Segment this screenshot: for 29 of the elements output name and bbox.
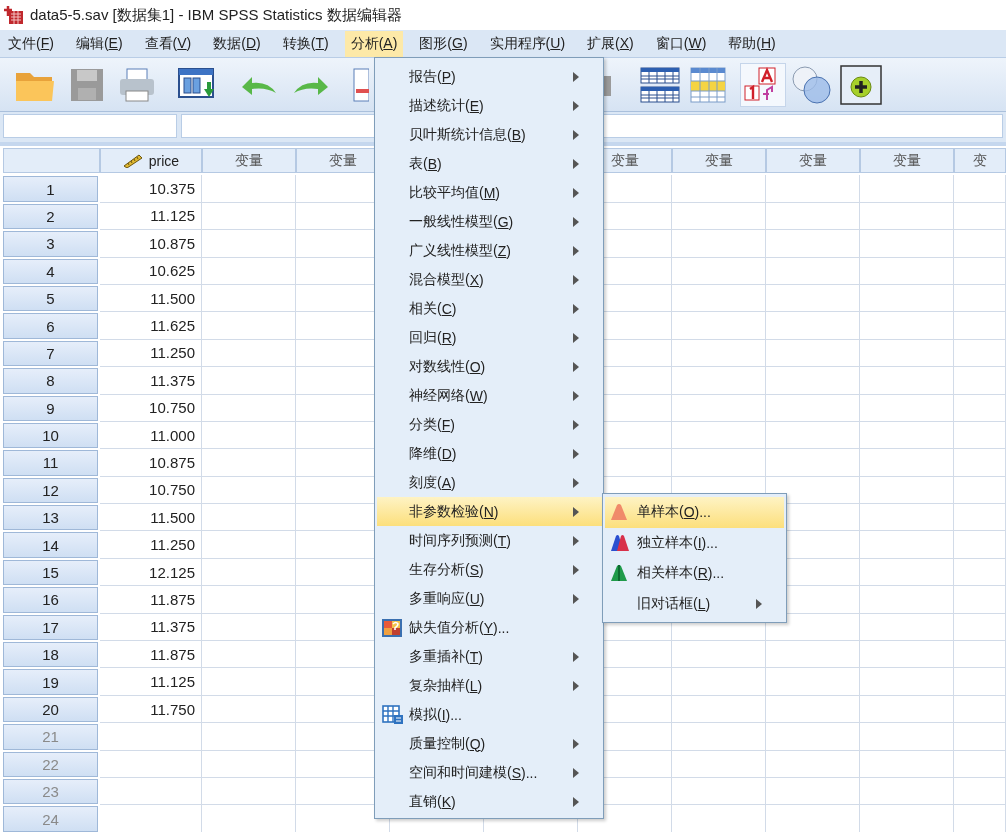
table-cell: 10.750	[100, 394, 202, 422]
table-cell: 11.875	[100, 586, 202, 614]
table-cell: 11.125	[100, 202, 202, 231]
column-header-label: 变量	[329, 151, 357, 170]
table-cell: 10.375	[100, 175, 202, 203]
column-header-label: 变量	[235, 151, 263, 170]
window-title: data5-5.sav [数据集1] - IBM SPSS Statistics 数据编辑器	[30, 5, 402, 25]
table-cell: 11.250	[100, 339, 202, 368]
table-cell: 11.125	[100, 668, 202, 696]
column-header-label: 变量	[893, 151, 921, 170]
table-cell: 11.500	[100, 284, 202, 313]
table-cell: 12.125	[100, 558, 202, 587]
column-header-label: 变量	[705, 151, 733, 170]
table-cell: 11.500	[100, 504, 202, 532]
column-header-label: 变量	[611, 151, 639, 170]
table-cell: 10.750	[100, 476, 202, 505]
table-cell: 11.875	[100, 641, 202, 669]
table-cell: 11.000	[100, 421, 202, 450]
table-cell: 11.625	[100, 312, 202, 340]
table-cell: 11.375	[100, 613, 202, 642]
column-header-label: 变量	[799, 151, 827, 170]
table-cell: 11.250	[100, 531, 202, 559]
table-cell: 10.875	[100, 449, 202, 477]
column-header-label: price	[148, 152, 180, 169]
table-cell: 10.625	[100, 257, 202, 285]
table-cell: 10.875	[100, 230, 202, 258]
column-header-label: 变	[973, 151, 987, 170]
table-cell: 11.750	[100, 695, 202, 724]
table-cell: 11.375	[100, 367, 202, 395]
